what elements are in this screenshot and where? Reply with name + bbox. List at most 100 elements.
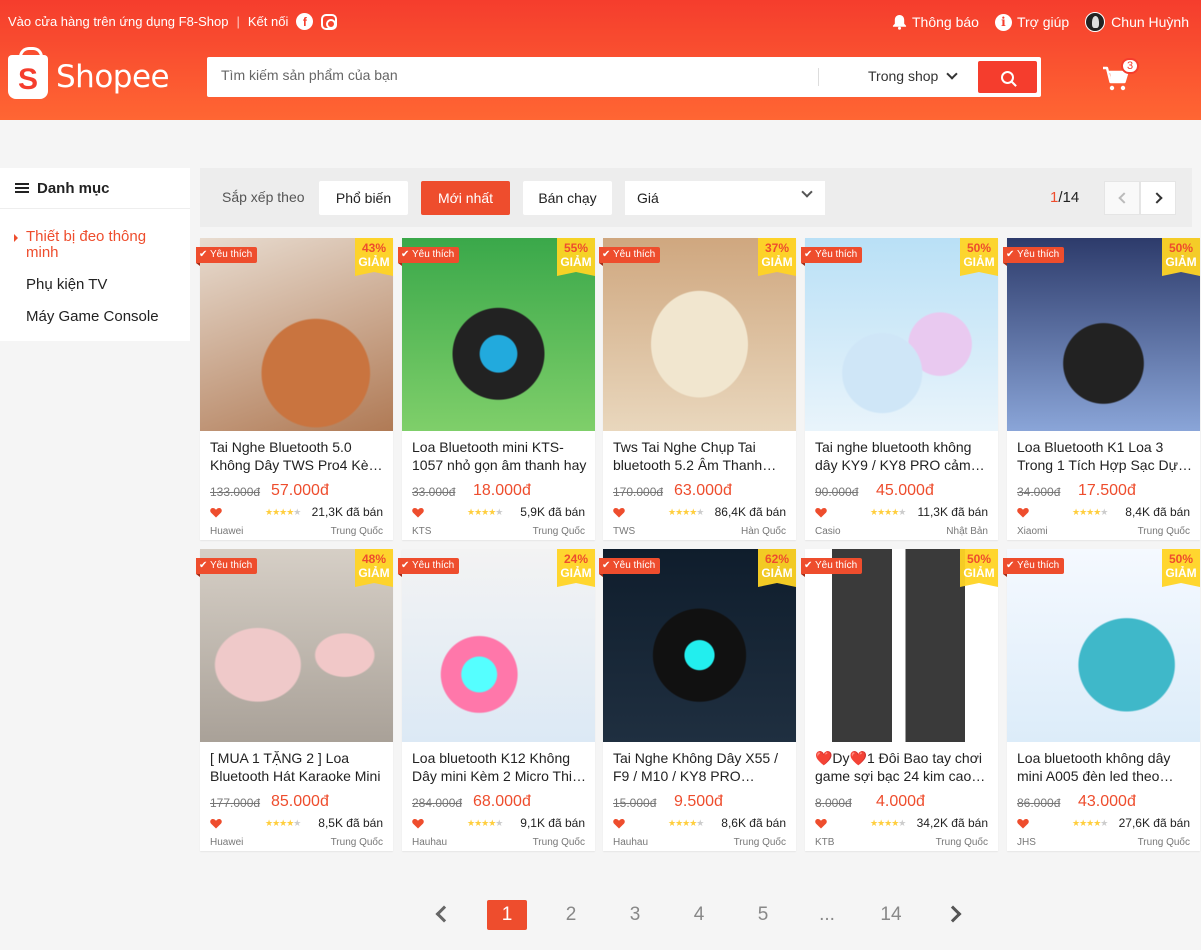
page-2-button[interactable]: 2 <box>551 900 591 930</box>
sort-popular-button[interactable]: Phổ biến <box>319 181 408 215</box>
product-name[interactable]: Loa bluetooth K12 Không Dây mini Kèm 2 M… <box>412 749 587 787</box>
sidebar-item-label: Máy Game Console <box>26 308 159 325</box>
discount-badge: 24% GIẢM <box>557 549 595 587</box>
notifications-link[interactable]: Thông báo <box>892 14 979 30</box>
product-origin: Trung Quốc <box>330 526 383 537</box>
page-1-button[interactable]: 1 <box>487 900 527 930</box>
page-3-button[interactable]: 3 <box>615 900 655 930</box>
rating-stars: ★★★★★ <box>668 818 704 828</box>
product-name[interactable]: [ MUA 1 TẶNG 2 ] Loa Bluetooth Hát Karao… <box>210 749 385 787</box>
chevron-left-icon[interactable] <box>435 905 453 923</box>
product-name[interactable]: ❤️Dy❤️1 Đôi Bao tay chơi game sợi bạc 24… <box>815 749 990 787</box>
product-card[interactable]: ✔ Yêu thích 62% GIẢM Tai Nghe Không Dây X55… <box>599 549 796 851</box>
discount-percent: 62% <box>764 552 790 566</box>
shopee-logo[interactable]: S Shopee <box>8 47 170 99</box>
sort-bar: Sắp xếp theo Phổ biến Mới nhất Bán chạy … <box>200 168 1192 227</box>
app-store-link[interactable]: Vào cửa hàng trên ứng dụng F8-Shop <box>8 14 229 29</box>
product-origin: Trung Quốc <box>330 837 383 848</box>
heart-icon[interactable] <box>815 507 827 518</box>
product-origin: Trung Quốc <box>1137 837 1190 848</box>
sort-bestseller-button[interactable]: Bán chạy <box>523 181 612 215</box>
product-card[interactable]: ✔ Yêu thích 50% GIẢM Tai nghe bluetooth khô… <box>801 238 998 540</box>
product-card[interactable]: ✔ Yêu thích 55% GIẢM Loa Bluetooth mini KTS… <box>398 238 595 540</box>
sort-newest-button[interactable]: Mới nhất <box>421 181 510 215</box>
original-price: 34.000đ <box>1017 485 1061 499</box>
price-sort-select[interactable]: Giá <box>625 181 825 215</box>
product-brand: KTB <box>815 837 835 848</box>
heart-icon[interactable] <box>210 507 222 518</box>
sidebar-item-game-console[interactable]: Máy Game Console <box>0 309 190 325</box>
product-name[interactable]: Loa bluetooth không dây mini A005 đèn le… <box>1017 749 1192 787</box>
avatar <box>1085 12 1106 32</box>
discount-badge: 48% GIẢM <box>355 549 393 587</box>
sidebar-item-tv-accessories[interactable]: Phụ kiện TV <box>0 277 190 293</box>
sidebar-item-wearables[interactable]: Thiết bị đeo thông minh <box>0 229 190 261</box>
search-scope-dropdown[interactable]: Trong shop <box>868 68 958 84</box>
heart-icon[interactable] <box>412 818 424 829</box>
product-card[interactable]: ✔ Yêu thích 43% GIẢM Tai Nghe Bluetooth 5.0… <box>196 238 393 540</box>
help-label: Trợ giúp <box>1016 14 1070 30</box>
heart-icon[interactable] <box>815 818 827 829</box>
next-page-button[interactable] <box>1140 181 1176 215</box>
sale-price: 45.000đ <box>876 482 934 499</box>
pagination: 1 2 3 4 5 ... 14 <box>0 900 1201 932</box>
instagram-icon[interactable] <box>321 13 338 30</box>
sold-count: 8,4K đã bán <box>1125 505 1190 519</box>
heart-icon[interactable] <box>1017 507 1029 518</box>
product-card[interactable]: ✔ Yêu thích 50% GIẢM ❤️Dy❤️1 Đôi Bao tay ch… <box>801 549 998 851</box>
discount-word: GIẢM <box>1165 255 1197 269</box>
product-card[interactable]: ✔ Yêu thích 48% GIẢM [ MUA 1 TẶNG 2 ] Loa B… <box>196 549 393 851</box>
product-name[interactable]: Loa Bluetooth mini KTS-1057 nhỏ gọn âm t… <box>412 438 587 476</box>
product-name[interactable]: Tai Nghe Không Dây X55 / F9 / M10 / KY8 … <box>613 749 788 787</box>
prev-page-button[interactable] <box>1104 181 1140 215</box>
page-14-button[interactable]: 14 <box>871 900 911 930</box>
product-name[interactable]: Tai Nghe Bluetooth 5.0 Không Dây TWS Pro… <box>210 438 385 476</box>
product-brand: Hauhau <box>412 837 448 848</box>
rating-stars: ★★★★★ <box>467 818 503 828</box>
product-name[interactable]: Loa Bluetooth K1 Loa 3 Trong 1 Tích Hợp … <box>1017 438 1192 476</box>
discount-badge: 62% GIẢM <box>758 549 796 587</box>
sale-price: 4.000đ <box>876 793 925 810</box>
favorite-badge: ✔ Yêu thích <box>801 558 863 577</box>
page-5-button[interactable]: 5 <box>743 900 783 930</box>
search-input[interactable] <box>221 67 801 83</box>
product-name[interactable]: Tws Tai Nghe Chụp Tai bluetooth 5.2 Âm T… <box>613 438 788 476</box>
product-origin: Nhật Bản <box>946 526 988 537</box>
notifications-label: Thông báo <box>911 14 979 30</box>
rating-stars: ★★★★★ <box>870 818 906 828</box>
logo-letter: S <box>17 63 38 96</box>
product-card[interactable]: ✔ Yêu thích 24% GIẢM Loa bluetooth K12 Khôn… <box>398 549 595 851</box>
facebook-icon[interactable]: f <box>296 13 314 30</box>
original-price: 33.000đ <box>412 485 456 499</box>
heart-icon[interactable] <box>1017 818 1029 829</box>
page-4-button[interactable]: 4 <box>679 900 719 930</box>
discount-percent: 55% <box>563 241 589 255</box>
original-price: 90.000đ <box>815 485 859 499</box>
discount-word: GIẢM <box>963 255 995 269</box>
heart-icon[interactable] <box>613 507 625 518</box>
product-brand: Xiaomi <box>1017 526 1048 537</box>
user-menu[interactable]: Chun Huỳnh <box>1085 12 1189 32</box>
product-card[interactable]: ✔ Yêu thích 50% GIẢM Loa Bluetooth K1 Loa 3… <box>1003 238 1200 540</box>
sale-price: 18.000đ <box>473 482 531 499</box>
sale-price: 63.000đ <box>674 482 732 499</box>
search-button[interactable] <box>978 61 1037 93</box>
product-card[interactable]: ✔ Yêu thích 37% GIẢM Tws Tai Nghe Chụp Tai … <box>599 238 796 540</box>
chevron-right-icon[interactable] <box>944 905 962 923</box>
bell-icon <box>892 14 907 30</box>
chevron-down-icon <box>801 186 813 198</box>
product-origin: Trung Quốc <box>1137 526 1190 537</box>
favorite-badge: ✔ Yêu thích <box>599 247 661 266</box>
product-name[interactable]: Tai nghe bluetooth không dây KY9 / KY8 P… <box>815 438 990 476</box>
help-link[interactable]: i Trợ giúp <box>994 13 1070 31</box>
product-brand: Huawei <box>210 526 244 537</box>
original-price: 177.000đ <box>210 796 261 810</box>
product-brand: KTS <box>412 526 432 537</box>
discount-word: GIẢM <box>1165 566 1197 580</box>
heart-icon[interactable] <box>613 818 625 829</box>
product-card[interactable]: ✔ Yêu thích 50% GIẢM Loa bluetooth không dâ… <box>1003 549 1200 851</box>
heart-icon[interactable] <box>412 507 424 518</box>
heart-icon[interactable] <box>210 818 222 829</box>
favorite-badge: ✔ Yêu thích <box>196 247 258 266</box>
product-brand: TWS <box>613 526 636 537</box>
